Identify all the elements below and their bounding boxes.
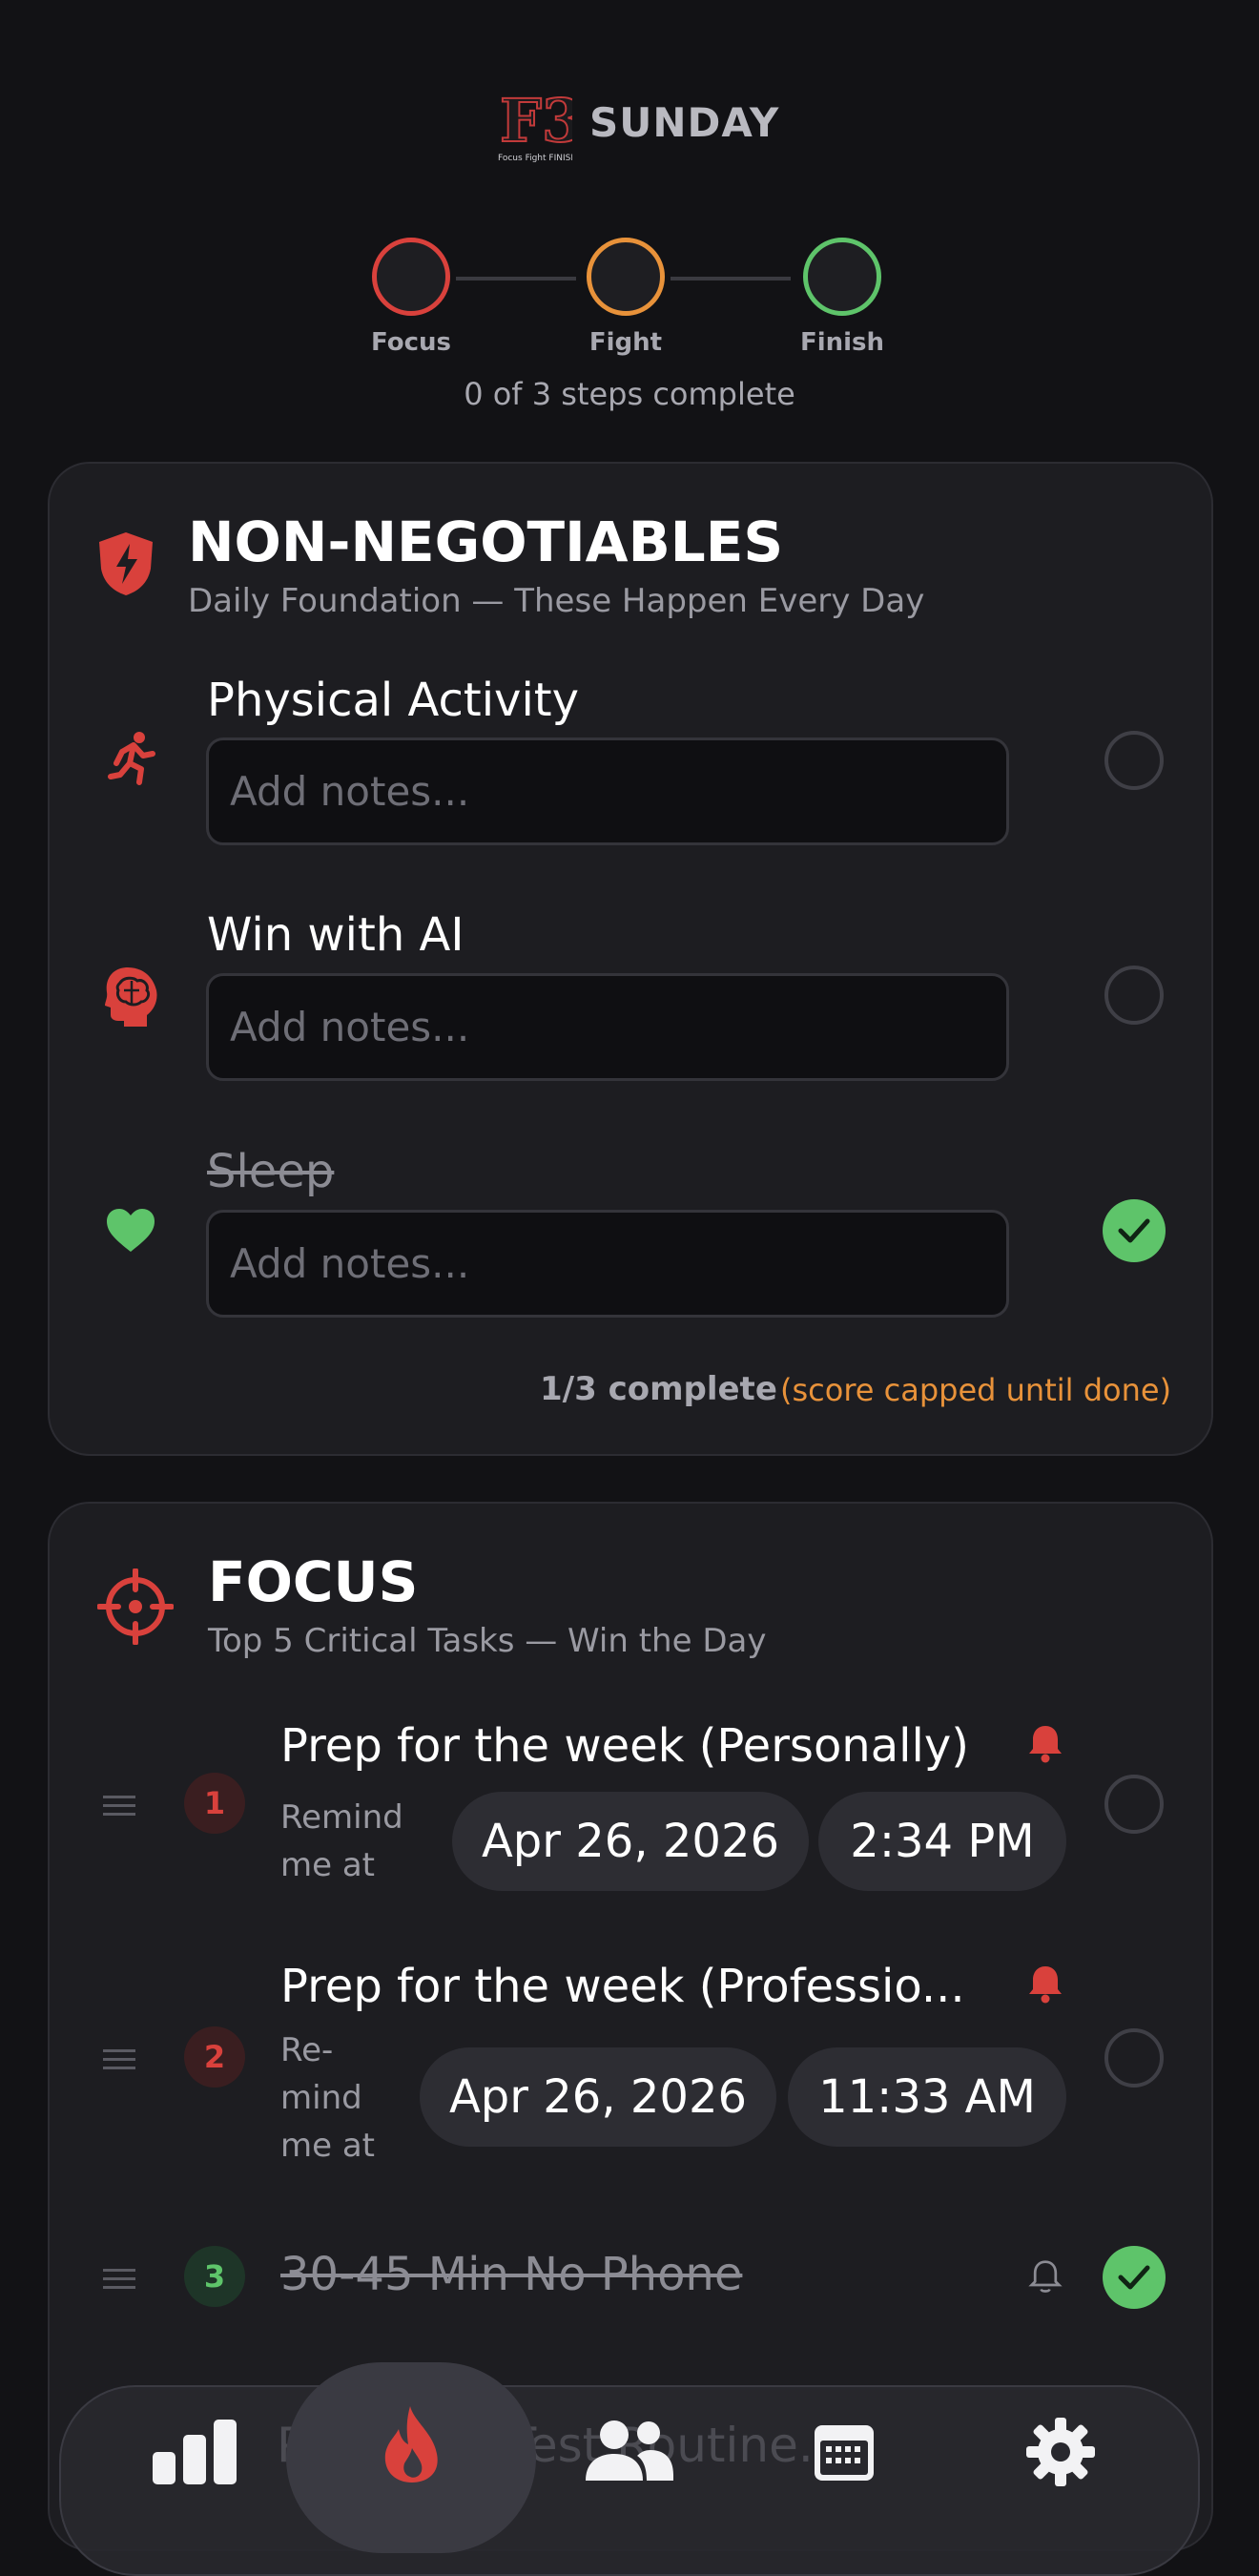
app-logo: F3 Focus Fight FINISH (496, 84, 584, 166)
focus-title: FOCUS (208, 1549, 419, 1614)
people-icon[interactable] (582, 2418, 677, 2488)
running-icon (107, 731, 156, 790)
step-fight-circle (587, 238, 665, 316)
score-cap-note: (score capped until done) (780, 1372, 1172, 1408)
brain-head-icon (103, 966, 158, 1030)
task-number: 3 (184, 2246, 245, 2307)
complete-toggle-checked[interactable] (1103, 1199, 1166, 1262)
nonneg-item-title: Physical Activity (207, 674, 580, 727)
reminder-time-picker[interactable]: 2:34 PM (818, 1792, 1066, 1891)
reminder-date-picker[interactable]: Apr 26, 2026 (452, 1792, 809, 1891)
bell-icon[interactable] (1026, 1723, 1064, 1767)
crosshair-icon (96, 1568, 175, 1649)
step-focus-circle (372, 238, 450, 316)
step-connector (456, 277, 576, 280)
gear-icon[interactable] (1026, 2418, 1095, 2490)
nonneg-item-title: Win with AI (207, 908, 464, 962)
notes-input[interactable]: Add notes... (206, 973, 1009, 1081)
task-title[interactable]: 30-45 Min No Phone (280, 2248, 742, 2301)
notes-input[interactable]: Add notes... (206, 1210, 1009, 1318)
remind-label: Re- mind me at (280, 2031, 376, 2165)
steps-status: 0 of 3 steps complete (464, 376, 795, 412)
step-label: Fight (588, 328, 663, 357)
non-negotiables-title: NON-NEGOTIABLES (188, 509, 784, 574)
complete-toggle[interactable] (1104, 966, 1164, 1025)
heart-icon (105, 1208, 156, 1257)
checkmark-icon (1118, 2265, 1150, 2290)
complete-toggle[interactable] (1104, 2028, 1164, 2088)
drag-handle[interactable] (103, 1796, 135, 1821)
svg-text:Focus Fight FINISH: Focus Fight FINISH (498, 154, 572, 163)
drag-handle[interactable] (103, 2049, 135, 2075)
svg-text:F3: F3 (500, 86, 572, 156)
drag-handle[interactable] (103, 2269, 135, 2295)
bell-icon[interactable] (1026, 1963, 1064, 2007)
remind-label: Remind me at (280, 1798, 403, 1884)
day-title: SUNDAY (589, 99, 780, 146)
focus-subtitle: Top 5 Critical Tasks — Win the Day (208, 1622, 767, 1660)
bar-chart-icon[interactable] (151, 2420, 238, 2488)
notes-input[interactable]: Add notes... (206, 737, 1009, 845)
task-number: 1 (184, 1773, 245, 1834)
bell-outline-icon[interactable] (1028, 2257, 1063, 2299)
task-number: 2 (184, 2026, 245, 2088)
step-label: Finish (799, 328, 885, 357)
step-connector (671, 277, 791, 280)
task-title[interactable]: Prep for the week (Personally) (280, 1719, 969, 1773)
checkmark-icon (1118, 1218, 1150, 1243)
completion-count: 1/3 complete (540, 1370, 777, 1408)
complete-toggle[interactable] (1104, 1775, 1164, 1834)
complete-toggle-checked[interactable] (1103, 2246, 1166, 2309)
flame-icon[interactable] (382, 2404, 443, 2488)
reminder-date-picker[interactable]: Apr 26, 2026 (420, 2047, 776, 2147)
nonneg-item-title: Sleep (207, 1145, 335, 1198)
shield-bolt-icon (95, 530, 156, 601)
task-title[interactable]: Prep for the week (Professio... (280, 1960, 965, 2013)
calendar-icon[interactable] (813, 2418, 876, 2486)
complete-toggle[interactable] (1104, 731, 1164, 790)
reminder-time-picker[interactable]: 11:33 AM (788, 2047, 1066, 2147)
step-finish-circle (803, 238, 881, 316)
step-label: Focus (371, 328, 451, 357)
non-negotiables-subtitle: Daily Foundation — These Happen Every Da… (188, 582, 925, 620)
